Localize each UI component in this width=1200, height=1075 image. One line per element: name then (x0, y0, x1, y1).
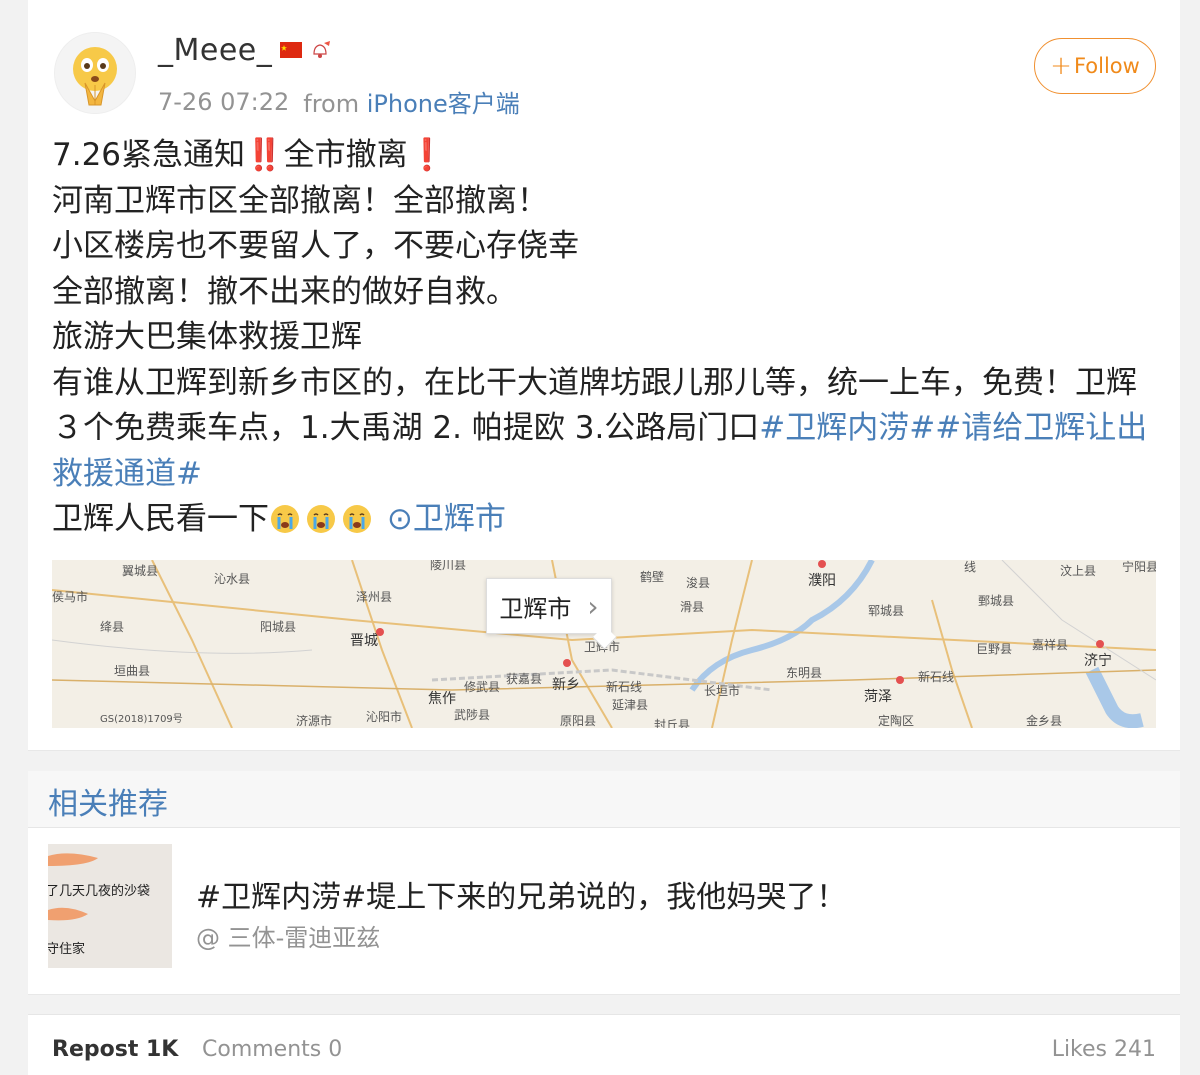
map-label: 侯马市 (52, 590, 89, 604)
related-section-title: 相关推荐 (48, 787, 168, 822)
related-item-thumbnail[interactable]: 了几天几夜的沙袋 守住家 (48, 844, 172, 968)
map-label: 垣曲县 (114, 664, 151, 678)
map-label: 绛县 (100, 620, 125, 634)
map-label: 长垣市 (704, 684, 741, 698)
map-label: 获嘉县 (506, 672, 543, 686)
map-label: 武陟县 (454, 708, 491, 722)
tab-likes[interactable]: Likes 241 (1052, 1037, 1156, 1062)
crying-face-icon (307, 505, 335, 533)
map-label: 线 (964, 560, 977, 574)
map-label: 泽州县 (356, 590, 393, 604)
related-item[interactable]: 了几天几夜的沙袋 守住家 #卫辉内涝#堤上下来的兄弟说的，我他妈哭了！ @ 三体… (28, 828, 1180, 995)
post-meta: 7-26 07:22 from iPhone客户端 (158, 84, 520, 119)
thumbnail-caption-2: 守住家 (48, 942, 86, 957)
map-label: 滑县 (680, 600, 705, 614)
body-line-1b: 全市撤离 (283, 137, 408, 173)
from-label: from (303, 90, 360, 118)
body-line-1: 7.26紧急通知 (52, 137, 246, 173)
map-label: 陵川县 (430, 560, 467, 572)
body-line-3: 小区楼房也不要留人了，不要心存侥幸 (52, 228, 579, 264)
map-label: 濮阳 (808, 573, 836, 589)
body-line-5: 旅游大巴集体救援卫辉 (52, 319, 362, 355)
map-label: 延津县 (612, 698, 649, 712)
body-line-7: 卫辉人民看一下 (52, 501, 269, 537)
map-label: 金乡县 (1026, 714, 1063, 728)
map-label: 沁水县 (214, 572, 251, 586)
map-label: 济宁 (1084, 653, 1112, 669)
body-line-4: 全部撤离！撤不出来的做好自救。 (52, 273, 517, 310)
map-label: 封丘县 (654, 718, 691, 728)
tab-comments[interactable]: Comments 0 (202, 1037, 342, 1062)
post-body: 7.26紧急通知‼️全市撤离❗ 河南卫辉市区全部撤离！全部撤离！ 小区楼房也不要… (52, 133, 1162, 543)
bell-icon (313, 41, 331, 58)
avatar[interactable] (54, 32, 136, 114)
map-label: 浚县 (686, 576, 711, 590)
crying-face-icon (343, 505, 371, 533)
post-timestamp: 7-26 07:22 (158, 87, 290, 116)
map-label: 沁阳市 (366, 710, 403, 724)
double-exclamation-icon: ‼️ (245, 137, 284, 173)
map-label: 宁阳县 (1122, 560, 1156, 574)
map-label: 新石线 (606, 680, 643, 694)
map-attribution: GS(2018)1709号 (100, 714, 183, 725)
map-label: 东明县 (786, 666, 823, 680)
map-label: 济源市 (296, 714, 333, 728)
body-line-2: 河南卫辉市区全部撤离！全部撤离！ (52, 182, 548, 219)
map-label: 阳城县 (260, 620, 297, 634)
tab-reposts[interactable]: Repost 1K (52, 1037, 178, 1062)
map-label: 晋城 (350, 633, 378, 649)
praying-emoji-avatar-icon (73, 47, 117, 106)
map-label: 新石线 (918, 670, 955, 684)
related-item-author[interactable]: @ 三体-雷迪亚兹 (196, 918, 380, 953)
related-section-header: 相关推荐 (28, 771, 1180, 828)
chevron-right-icon: › (587, 589, 599, 623)
map-label: 定陶区 (878, 714, 915, 728)
map-label: 汶上县 (1060, 564, 1097, 578)
exclamation-icon: ❗ (407, 137, 447, 173)
map-location-callout[interactable]: 卫辉市 › (486, 578, 612, 634)
map-label: 修武县 (464, 680, 501, 694)
map-label: 焦作 (428, 691, 456, 707)
username[interactable]: _Meee_ (158, 33, 272, 68)
username-row: _Meee_ (158, 30, 332, 70)
map-label: 郓城县 (868, 604, 905, 618)
location-pin-icon: ⊙ (386, 501, 413, 537)
plus-icon: + (1050, 51, 1072, 81)
map-label: 巨野县 (976, 642, 1013, 656)
map-label: 鹤壁 (640, 570, 665, 584)
related-item-title[interactable]: #卫辉内涝#堤上下来的兄弟说的，我他妈哭了！ (196, 872, 846, 916)
location-link[interactable]: ⊙卫辉市 (387, 501, 506, 537)
china-flag-icon (280, 42, 303, 58)
follow-button[interactable]: + Follow (1034, 38, 1156, 94)
map-label: 嘉祥县 (1032, 638, 1069, 652)
location-name: 卫辉市 (412, 501, 506, 537)
follow-label: Follow (1073, 54, 1140, 78)
hashtag-link-weihui-flood[interactable]: #卫辉内涝# (759, 410, 935, 446)
map-label: 菏泽 (864, 689, 892, 705)
crying-face-icon (271, 505, 299, 533)
post-stats-bar: Repost 1K Comments 0 Likes 241 (28, 1014, 1180, 1075)
map-label: 鄄城县 (978, 594, 1015, 608)
map-label: 原阳县 (560, 714, 597, 728)
map-label: 新乡 (552, 677, 580, 693)
post-source[interactable]: iPhone客户端 (367, 90, 520, 118)
map-callout-label: 卫辉市 (499, 594, 572, 623)
thumbnail-caption-1: 了几天几夜的沙袋 (48, 884, 151, 899)
map-label: 翼城县 (122, 564, 159, 578)
